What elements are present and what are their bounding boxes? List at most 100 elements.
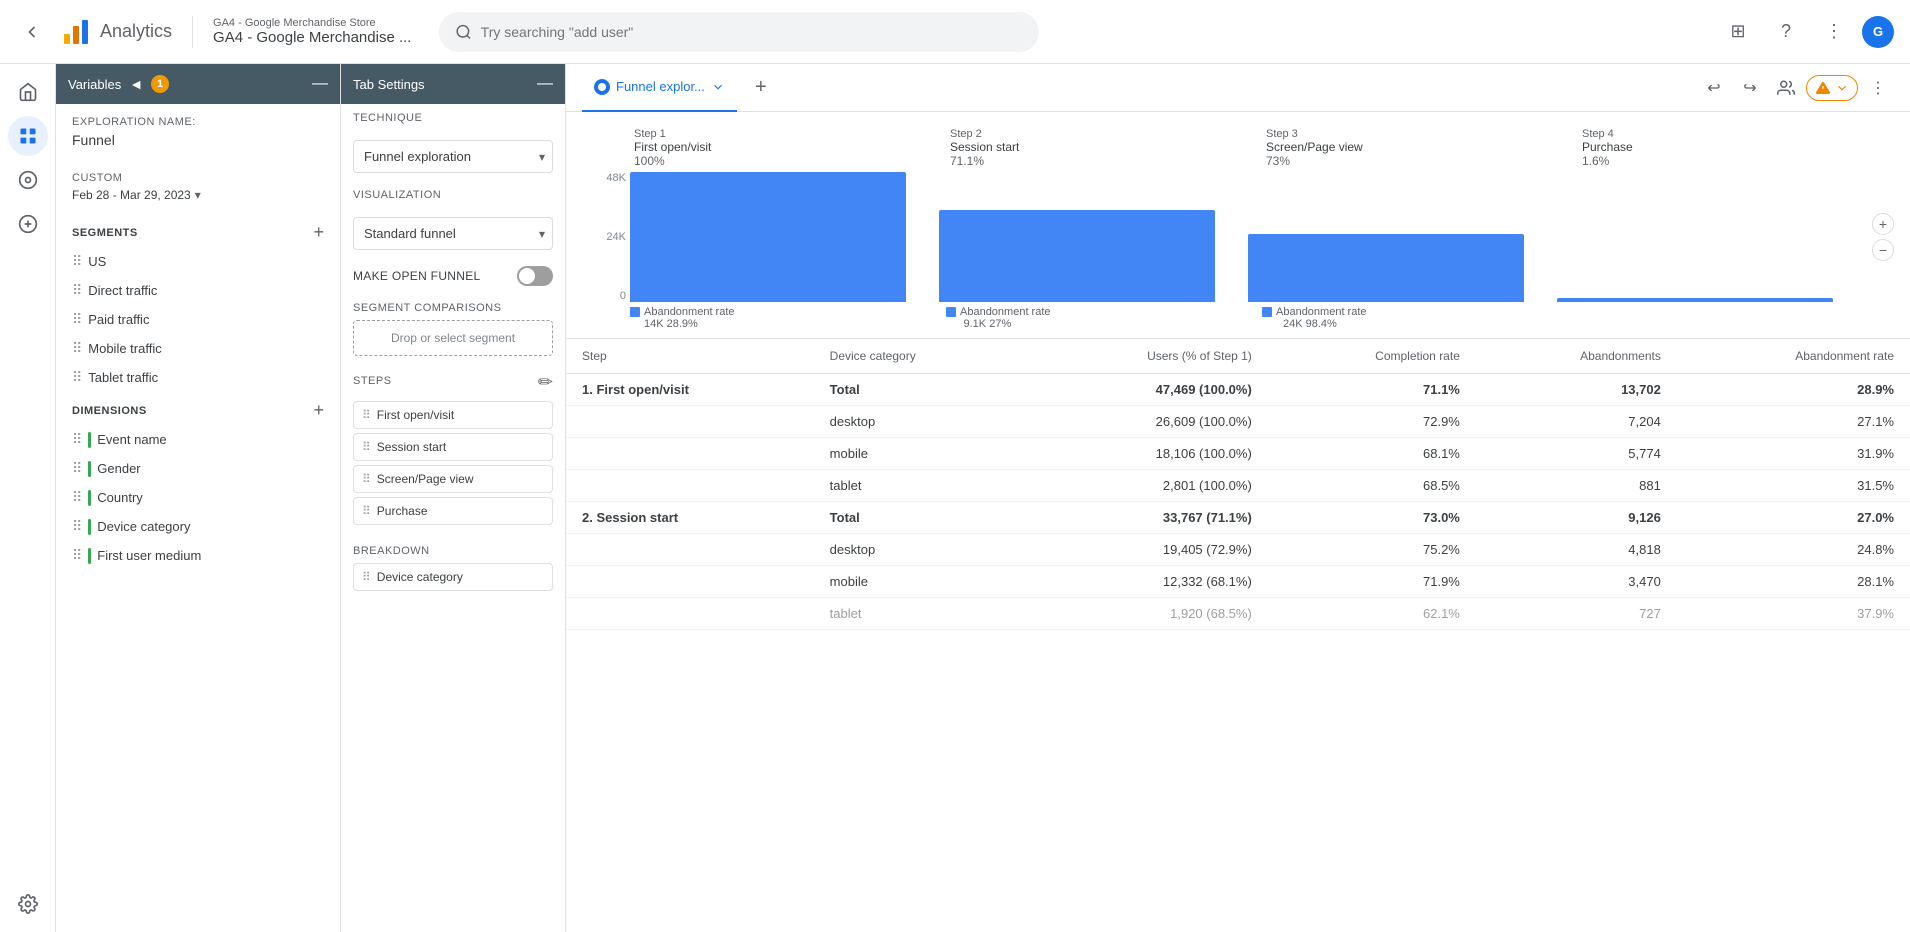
aband-val-1: 14K 28.9% <box>630 318 950 330</box>
toggle-knob <box>519 268 535 284</box>
date-chevron-icon[interactable]: ▾ <box>195 188 201 202</box>
step-item[interactable]: ⠿Purchase <box>353 497 553 525</box>
tab-dot <box>594 79 610 95</box>
dimension-item[interactable]: ⠿Country <box>56 483 340 512</box>
tab-settings-header: Tab Settings — <box>341 64 565 104</box>
table-row: tablet1,920 (68.5%)62.1%72737.9% <box>566 598 1910 630</box>
segment-item[interactable]: ⠿US <box>56 247 340 276</box>
drag-handle-icon: ⠿ <box>72 547 82 564</box>
topbar-right: ⊞ ? ⋮ G <box>1718 12 1894 52</box>
dimension-item[interactable]: ⠿Device category <box>56 512 340 541</box>
back-button[interactable] <box>16 16 48 48</box>
dimension-name: First user medium <box>97 548 201 563</box>
step-name: First open/visit <box>377 408 454 422</box>
device-cell: Total <box>814 374 1024 406</box>
nav-explore[interactable] <box>8 160 48 200</box>
abandonment-4 <box>1578 306 1894 318</box>
device-cell: tablet <box>814 470 1024 502</box>
step-item[interactable]: ⠿Screen/Page view <box>353 465 553 493</box>
tab-add-button[interactable]: + <box>745 72 777 104</box>
dimension-name: Device category <box>97 519 190 534</box>
search-bar[interactable] <box>439 12 1039 52</box>
data-table: Step Device category Users (% of Step 1)… <box>566 339 1910 630</box>
segment-item[interactable]: ⠿Mobile traffic <box>56 334 340 363</box>
tab-settings-title: Tab Settings <box>353 77 425 92</box>
dimension-item[interactable]: ⠿Event name <box>56 425 340 454</box>
segments-add-button[interactable]: + <box>313 222 324 243</box>
app-logo: Analytics <box>60 16 172 48</box>
users-cell: 2,801 (100.0%) <box>1024 470 1268 502</box>
warning-button[interactable] <box>1806 75 1858 101</box>
topbar-divider <box>192 16 193 48</box>
variables-minimize[interactable]: — <box>312 75 328 93</box>
breakdown-item[interactable]: ⠿Device category <box>353 563 553 591</box>
tab-more-button[interactable]: ⋮ <box>1862 72 1894 104</box>
abandonments-cell: 7,204 <box>1476 406 1677 438</box>
dimension-item[interactable]: ⠿ First user medium <box>56 541 340 570</box>
segment-item[interactable]: ⠿Tablet traffic <box>56 363 340 392</box>
steps-label: STEPS <box>353 375 392 387</box>
bar-1-container <box>630 172 937 302</box>
y-axis: 48K 24K 0 <box>582 172 630 302</box>
dimensions-header: DIMENSIONS + <box>56 392 340 425</box>
step-item[interactable]: ⠿Session start <box>353 433 553 461</box>
step-4-pct: 1.6% <box>1582 154 1890 168</box>
step-1-num: Step 1 <box>634 128 942 140</box>
help-button[interactable]: ? <box>1766 12 1806 52</box>
drag-handle-icon: ⠿ <box>72 460 82 477</box>
zoom-in-button[interactable]: + <box>1872 213 1894 235</box>
dimension-name: Gender <box>97 461 140 476</box>
abandonments-cell: 727 <box>1476 598 1677 630</box>
zoom-out-button[interactable]: − <box>1872 239 1894 261</box>
panel-arrow-icon: ◄ <box>129 76 143 92</box>
step-cell-name: 1. First open/visit <box>582 382 689 397</box>
user-avatar[interactable]: G <box>1862 16 1894 48</box>
tab-dropdown-icon <box>711 80 725 94</box>
aband-label-3: Abandonment rate <box>1276 306 1367 318</box>
funnel-steps-header: Step 1 First open/visit 100% Step 2 Sess… <box>582 128 1894 168</box>
aband-val-4 <box>1589 318 1895 330</box>
aband-rate-cell: 24.8% <box>1677 534 1910 566</box>
nav-settings[interactable] <box>8 884 48 924</box>
segment-item[interactable]: ⠿Direct traffic <box>56 276 340 305</box>
share-button[interactable] <box>1770 72 1802 104</box>
segment-name: Direct traffic <box>88 283 157 298</box>
nav-home[interactable] <box>8 72 48 112</box>
tab-settings-minimize[interactable]: — <box>537 75 553 93</box>
warning-icon <box>1815 80 1831 96</box>
tab-funnel-explore[interactable]: Funnel explor... <box>582 64 737 112</box>
dimensions-add-button[interactable]: + <box>313 400 324 421</box>
device-cell: desktop <box>814 406 1024 438</box>
visualization-dropdown-row: Standard funnel <box>341 209 565 258</box>
breakdown-name: Device category <box>377 570 463 584</box>
settings-icon <box>18 894 38 914</box>
more-button[interactable]: ⋮ <box>1814 12 1854 52</box>
segment-item[interactable]: ⠿Paid traffic <box>56 305 340 334</box>
table-row: desktop26,609 (100.0%)72.9%7,20427.1% <box>566 406 1910 438</box>
redo-button[interactable]: ↪ <box>1734 72 1766 104</box>
steps-edit-button[interactable]: ✏ <box>538 372 553 393</box>
tab-bar: Funnel explor... + ↩ ↪ <box>566 64 1910 112</box>
undo-button[interactable]: ↩ <box>1698 72 1730 104</box>
col-abandonments: Abandonments <box>1476 339 1677 374</box>
data-table-container: Step Device category Users (% of Step 1)… <box>566 339 1910 932</box>
visualization-select[interactable]: Standard funnel <box>353 217 553 250</box>
segment-comparisons-section: SEGMENT COMPARISONS Drop or select segme… <box>341 294 565 364</box>
date-row: Feb 28 - Mar 29, 2023 ▾ <box>72 188 324 202</box>
technique-select[interactable]: Funnel exploration <box>353 140 553 173</box>
y-0: 0 <box>582 290 626 302</box>
step-item[interactable]: ⠿First open/visit <box>353 401 553 429</box>
step-drag-icon: ⠿ <box>362 472 371 486</box>
table-row: tablet2,801 (100.0%)68.5%88131.5% <box>566 470 1910 502</box>
dimension-item[interactable]: ⠿ Gender <box>56 454 340 483</box>
search-input[interactable] <box>481 24 1024 40</box>
dimension-bar <box>88 432 91 448</box>
open-funnel-toggle[interactable] <box>517 266 553 286</box>
drop-segment-zone[interactable]: Drop or select segment <box>353 320 553 356</box>
step-2-pct: 71.1% <box>950 154 1258 168</box>
apps-button[interactable]: ⊞ <box>1718 12 1758 52</box>
completion-cell: 62.1% <box>1268 598 1476 630</box>
nav-reports[interactable] <box>8 116 48 156</box>
nav-advertising[interactable] <box>8 204 48 244</box>
technique-select-wrapper: Funnel exploration <box>353 140 553 173</box>
